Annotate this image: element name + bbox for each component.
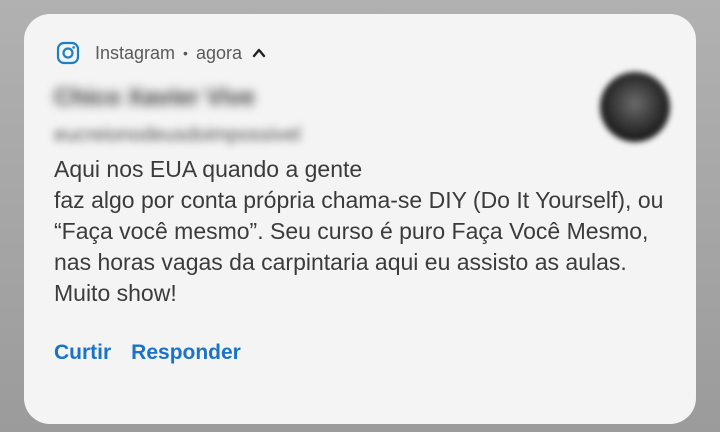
notification-actions: Curtir Responder [54, 341, 241, 365]
avatar [600, 72, 670, 142]
notification-card[interactable]: Instagram • agora Chico Xavier Vive eucr… [24, 14, 696, 424]
sender-subtitle: eucreionodeusdoimpossivel [54, 124, 301, 146]
reply-button[interactable]: Responder [131, 341, 241, 365]
notification-header: Instagram • agora [56, 40, 266, 66]
chevron-up-icon[interactable] [252, 46, 266, 60]
notification-message: Aqui nos EUA quando a gente faz algo por… [54, 156, 664, 306]
instagram-icon [56, 41, 80, 65]
header-separator: • [183, 45, 188, 61]
app-name: Instagram [95, 42, 176, 63]
sender-name: Chico Xavier Vive [54, 84, 255, 111]
notification-time: agora [195, 42, 242, 63]
like-button[interactable]: Curtir [54, 341, 111, 365]
